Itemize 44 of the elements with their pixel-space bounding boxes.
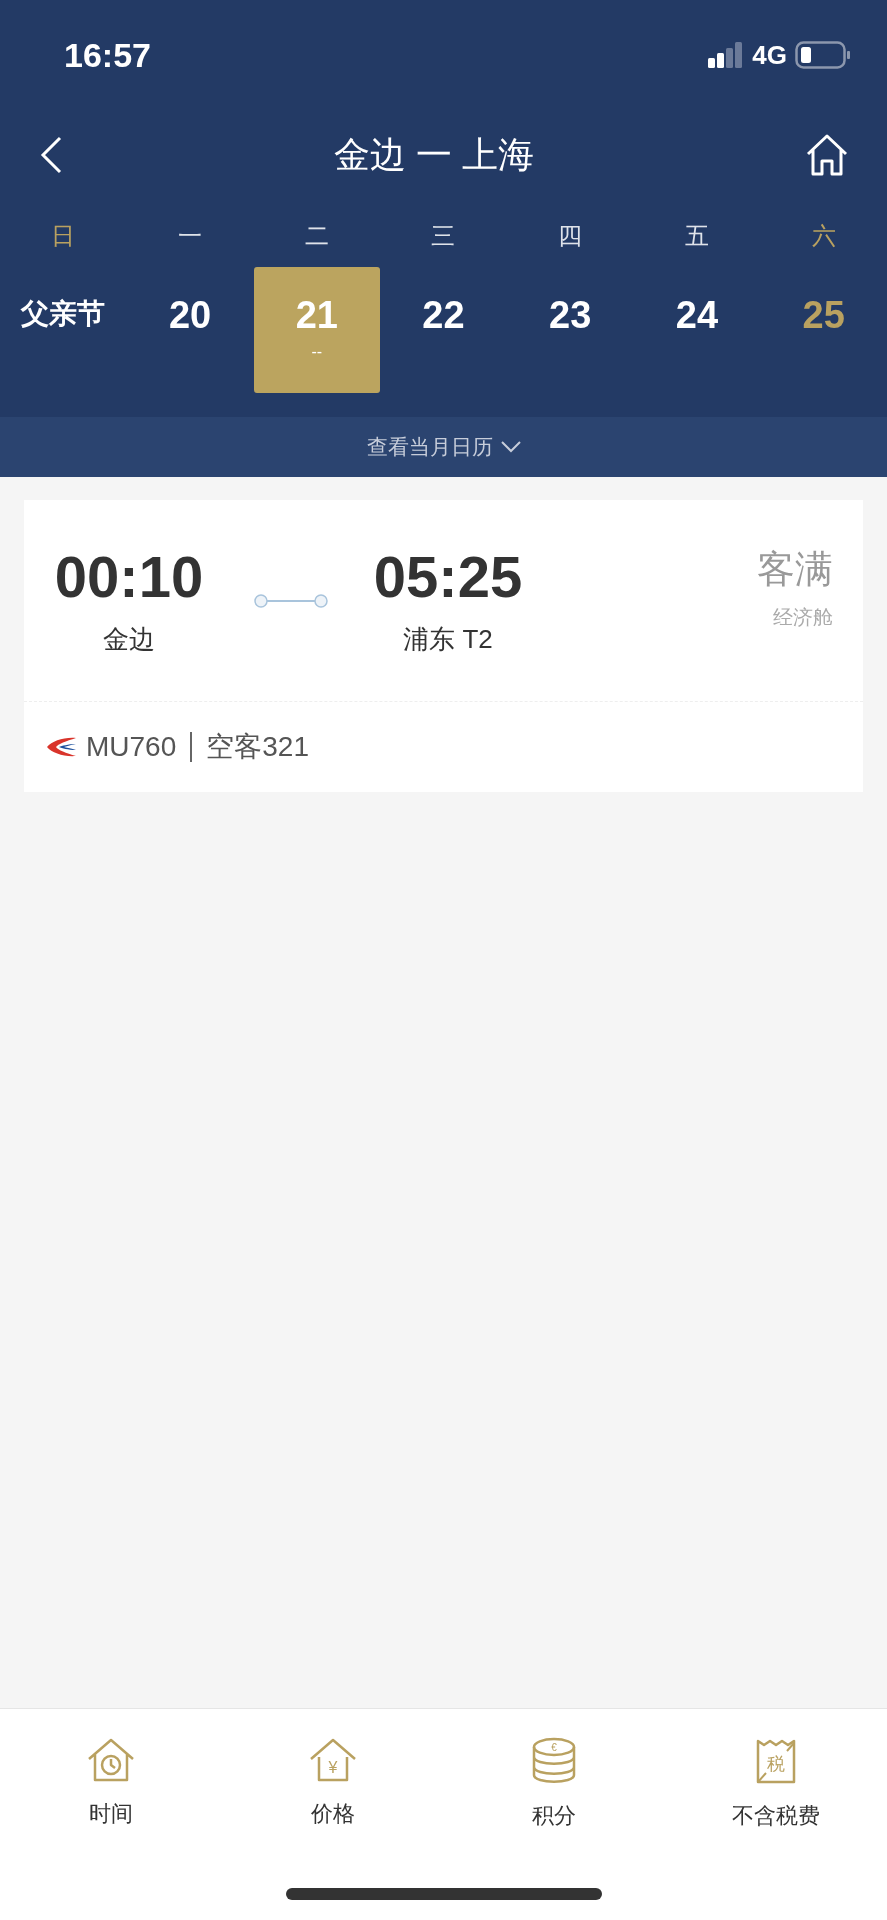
holiday-label: 父亲节 [21,297,106,331]
arrival-airport: 浦东 T2 [403,623,493,656]
back-icon [38,135,64,175]
date-cell[interactable]: 25 [760,267,887,393]
availability-status: 客满 [757,550,833,588]
flight-number: MU760 [86,730,177,764]
sort-option[interactable]: € 积分 [443,1737,666,1832]
date-cell[interactable]: 父亲节 [0,267,127,393]
flight-card[interactable]: 00:10 金边 05:25 浦东 T2 客满 经济舱 MU760 空客321 [24,500,863,792]
departure-airport: 金边 [103,623,155,656]
date-cell[interactable]: 20 [127,267,254,393]
arrival-time: 05:25 [373,548,523,606]
date-cell[interactable]: 22 [380,267,507,393]
date-cell[interactable]: 23 [507,267,634,393]
date-number: 22 [422,293,465,338]
status-time: 16:57 [64,34,151,76]
aircraft-type: 空客321 [206,730,309,764]
month-calendar-link[interactable]: 查看当月日历 [0,417,887,477]
network-label: 4G [752,38,787,72]
battery-icon [795,41,851,69]
route-line-icon [254,593,328,609]
date-number: 21 [295,293,338,338]
date-number: 24 [675,293,719,338]
cabin-class: 经济舱 [773,605,833,630]
weekday-label: 二 [304,221,329,251]
weekday-label: 一 [178,221,203,251]
weekday-label: 日 [51,221,76,251]
sort-option[interactable]: 税 不含税费 [665,1737,887,1832]
weekday-label: 四 [558,221,583,251]
chevron-down-icon [500,441,521,453]
weekday-label: 六 [811,221,836,251]
date-number: 20 [168,293,212,338]
departure-time: 00:10 [54,548,204,606]
weekday-label: 三 [431,221,456,251]
sort-option[interactable]: ¥ 价格 [221,1737,444,1830]
signal-icon [708,42,745,68]
date-number: 23 [549,293,592,338]
home-icon [805,133,849,177]
date-cell[interactable]: 24 [633,267,760,393]
route-title: 金边 一 上海 [334,133,535,177]
weekday-label: 五 [684,221,709,251]
date-number: 25 [802,293,845,338]
price-label: -- [311,344,323,360]
sort-option[interactable]: 时间 [0,1737,222,1830]
